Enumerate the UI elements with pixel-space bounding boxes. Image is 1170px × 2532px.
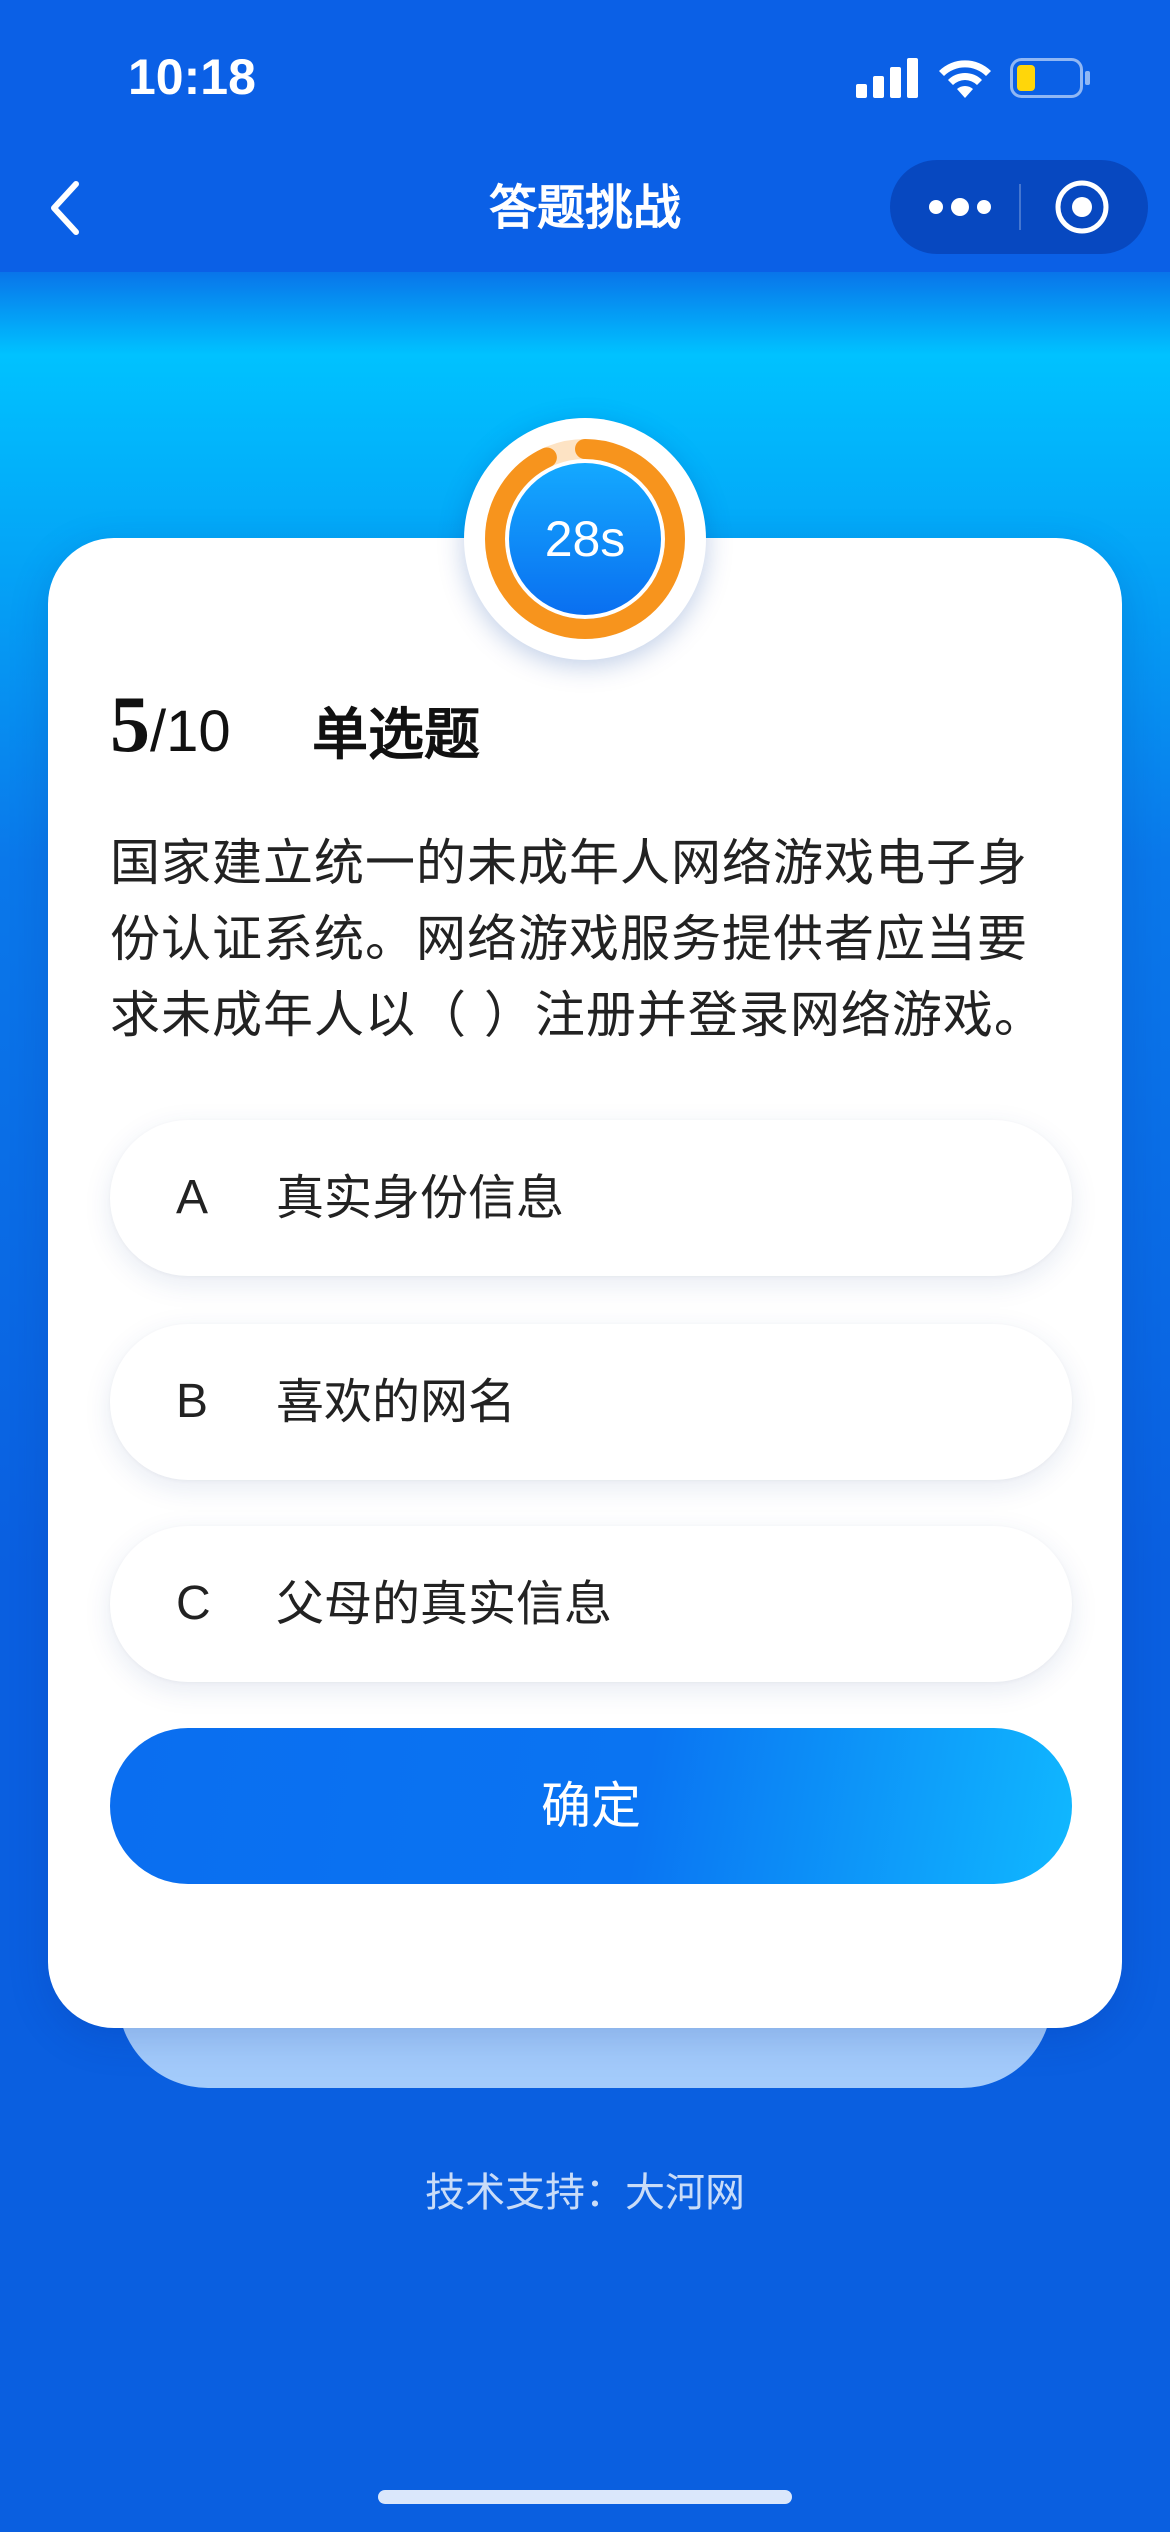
option-label: 真实身份信息: [276, 1170, 565, 1226]
signal-icon: [856, 58, 918, 98]
footer-credit: 技术支持：大河网: [425, 2170, 745, 2216]
option-c[interactable]: C 父母的真实信息: [110, 1526, 1072, 1682]
top-bar: 10:18 答题挑战: [0, 0, 1170, 272]
option-letter: A: [176, 1171, 209, 1224]
option-letter: B: [176, 1375, 209, 1428]
question-type: 单选题: [312, 703, 480, 768]
option-label: 父母的真实信息: [276, 1576, 613, 1632]
question-progress: 5/10: [110, 680, 231, 770]
countdown-timer: 28s: [464, 418, 706, 660]
capsule-divider: [1019, 184, 1021, 230]
timer-text: 28s: [544, 511, 626, 567]
question-current: 5: [110, 681, 150, 769]
home-indicator: [378, 2490, 792, 2504]
option-letter: C: [176, 1577, 211, 1630]
mini-program-capsule: [890, 160, 1148, 254]
option-b[interactable]: B 喜欢的网名: [110, 1324, 1072, 1480]
more-dots-icon[interactable]: [920, 182, 1000, 232]
battery-icon: [1010, 58, 1090, 98]
wifi-icon: [939, 60, 991, 98]
option-a[interactable]: A 真实身份信息: [110, 1120, 1072, 1276]
question-total: /10: [150, 699, 231, 764]
close-target-icon[interactable]: [1053, 178, 1111, 236]
status-time: 10:18: [128, 49, 256, 105]
confirm-button[interactable]: 确定: [110, 1728, 1072, 1884]
question-text: 国家建立统一的未成年人网络游戏电子身份认证系统。网络游戏服务提供者应当要求未成年…: [110, 834, 1045, 1044]
option-label: 喜欢的网名: [276, 1374, 517, 1430]
